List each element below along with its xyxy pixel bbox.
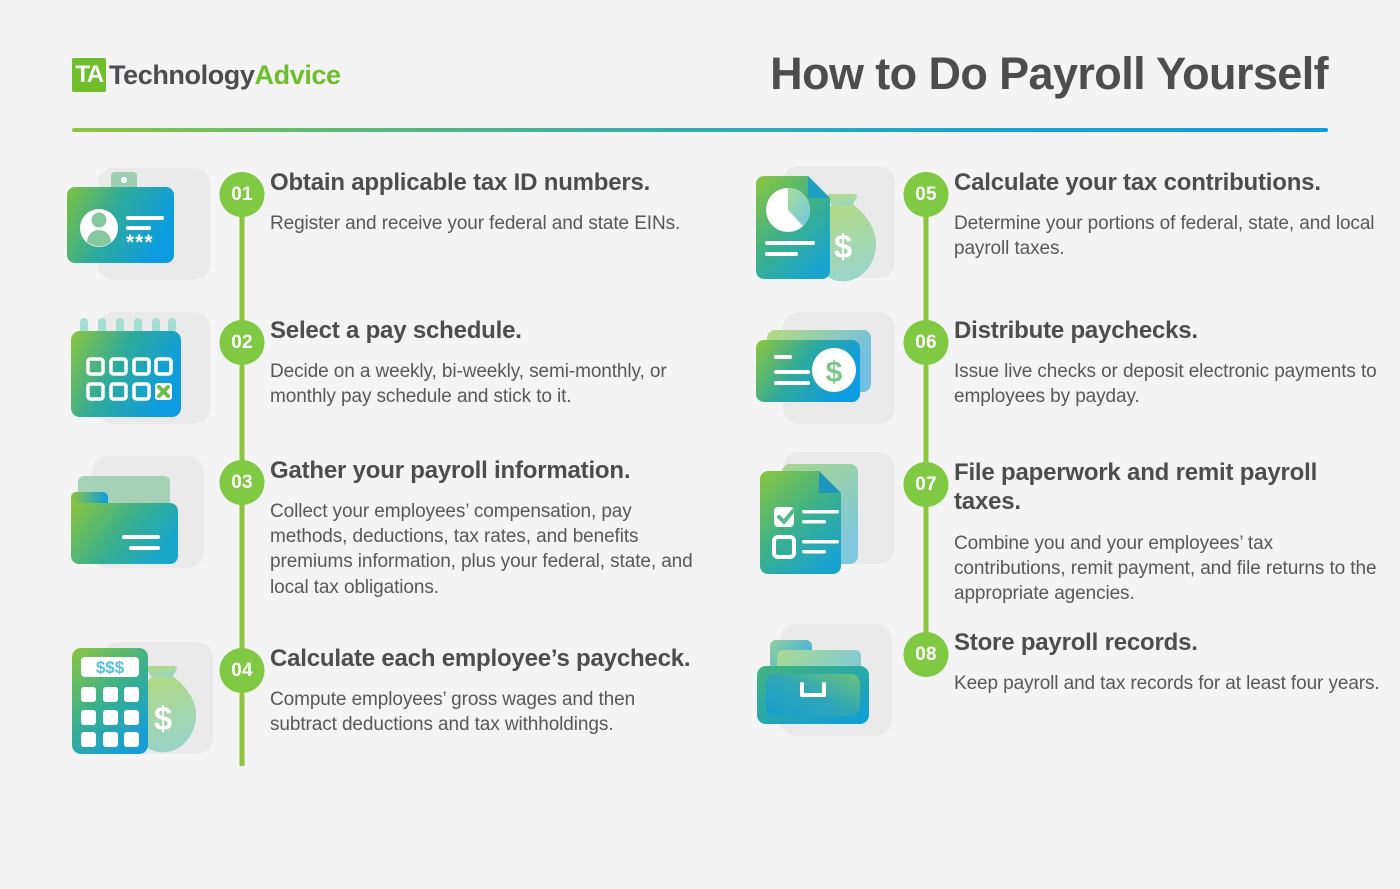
brand-word-technology: Technology — [109, 59, 255, 90]
step-title: File paperwork and remit payroll taxes. — [954, 459, 1318, 516]
step-number-badge: 04 — [219, 648, 265, 693]
step-item: 07 File paperwork and remit payroll taxe… — [748, 442, 1388, 624]
steps-column-right: $ 05 Calculate your tax contributions. D… — [748, 158, 1388, 748]
step-rail: 08 — [898, 612, 954, 748]
step-item: $ 05 Calculate your tax contributions. D… — [748, 158, 1388, 312]
id-badge-card-icon: *** — [67, 168, 210, 280]
page-title: How to Do Payroll Yourself — [770, 48, 1328, 99]
ta-logo-mark-text: TA — [75, 61, 104, 88]
step-body: Obtain applicable tax ID numbers. Regist… — [270, 158, 704, 236]
svg-text:$: $ — [154, 700, 172, 737]
step-title: Gather your payroll information. — [270, 457, 631, 484]
step-body: Select a pay schedule. Decide on a weekl… — [270, 306, 704, 409]
step-icon-calculator-money-bag: $ $$$ — [64, 634, 214, 784]
infographic-header: TA TechnologyAdvice How to Do Payroll Yo… — [72, 48, 1329, 132]
step-description: Combine you and your employees’ tax cont… — [954, 532, 1377, 604]
step-description: Register and receive your federal and st… — [270, 213, 681, 235]
step-description: Decide on a weekly, bi-weekly, semi-mont… — [270, 361, 667, 408]
file-cabinet-drawer-icon — [757, 624, 892, 736]
paycheck-dollar-icon: $ — [756, 312, 895, 424]
step-number-badge: 01 — [219, 172, 265, 217]
step-item: 03 Gather your payroll information. Coll… — [64, 438, 704, 642]
step-icon-checklist-document — [748, 448, 898, 598]
step-description: Keep payroll and tax records for at leas… — [954, 673, 1380, 695]
step-body: Calculate each employee’s paycheck. Comp… — [270, 634, 704, 737]
svg-text:***: *** — [126, 231, 154, 254]
step-rail: 04 — [214, 626, 270, 794]
step-rail: 07 — [898, 442, 954, 624]
step-rail: 06 — [898, 300, 954, 454]
step-icon-folder — [64, 446, 214, 596]
steps-column-left: *** 01 Obtain applicable tax ID numbers.… — [64, 158, 704, 794]
step-icon-pie-chart-document: $ — [748, 158, 898, 308]
step-description: Determine your portions of federal, stat… — [954, 213, 1375, 260]
step-description: Compute employees’ gross wages and then … — [270, 689, 636, 736]
step-item: 08 Store payroll records. Keep payroll a… — [748, 612, 1388, 748]
svg-text:$$$: $$$ — [96, 658, 125, 677]
step-number-badge: 08 — [903, 632, 949, 677]
step-rail: 02 — [214, 298, 270, 454]
step-number-badge: 06 — [903, 320, 949, 365]
step-body: Gather your payroll information. Collect… — [270, 446, 704, 600]
step-rail: 05 — [898, 158, 954, 312]
brand-logo: TA TechnologyAdvice — [72, 58, 341, 92]
step-title: Store payroll records. — [954, 629, 1198, 656]
brand-logo-wordmark: TechnologyAdvice — [109, 60, 341, 91]
step-icon-file-cabinet — [748, 618, 898, 768]
step-number-badge: 02 — [219, 320, 265, 365]
step-body: Calculate your tax contributions. Determ… — [954, 158, 1388, 261]
calculator-money-bag-icon: $ $$$ — [72, 642, 213, 754]
step-number-badge: 07 — [903, 462, 949, 507]
step-item: $ $$$ 04 Calculate each employee’s paych… — [64, 626, 704, 794]
step-description: Issue live checks or deposit electronic … — [954, 361, 1377, 408]
step-rail: 01 — [214, 158, 270, 314]
calendar-icon — [71, 312, 210, 424]
step-body: Distribute paychecks. Issue live checks … — [954, 306, 1388, 409]
step-title: Calculate your tax contributions. — [954, 169, 1321, 196]
step-title: Obtain applicable tax ID numbers. — [270, 169, 651, 196]
svg-text:$: $ — [826, 356, 843, 389]
step-icon-id-badge-card: *** — [64, 158, 214, 308]
checklist-document-icon — [760, 452, 895, 574]
svg-text:$: $ — [834, 228, 852, 265]
step-title: Distribute paychecks. — [954, 317, 1198, 344]
step-item: 02 Select a pay schedule. Decide on a we… — [64, 298, 704, 454]
step-icon-paycheck: $ — [748, 306, 898, 456]
step-number-badge: 03 — [219, 460, 265, 505]
step-connector-line — [239, 626, 245, 766]
step-title: Select a pay schedule. — [270, 317, 522, 344]
step-icon-calendar — [64, 306, 214, 456]
step-body: File paperwork and remit payroll taxes. … — [954, 448, 1388, 606]
step-item: *** 01 Obtain applicable tax ID numbers.… — [64, 158, 704, 314]
pie-chart-document-money-bag-icon: $ — [756, 166, 895, 282]
step-body: Store payroll records. Keep payroll and … — [954, 618, 1388, 696]
ta-logo-icon: TA — [72, 58, 106, 92]
step-rail: 03 — [214, 438, 270, 642]
step-title: Calculate each employee’s paycheck. — [270, 645, 691, 672]
step-item: $ 06 Distribute paychecks. Issue live ch… — [748, 300, 1388, 454]
header-divider — [72, 128, 1328, 132]
folder-icon — [71, 456, 204, 568]
step-description: Collect your employees’ compensation, pa… — [270, 501, 693, 598]
brand-word-advice: Advice — [254, 59, 342, 90]
step-number-badge: 05 — [903, 172, 949, 217]
